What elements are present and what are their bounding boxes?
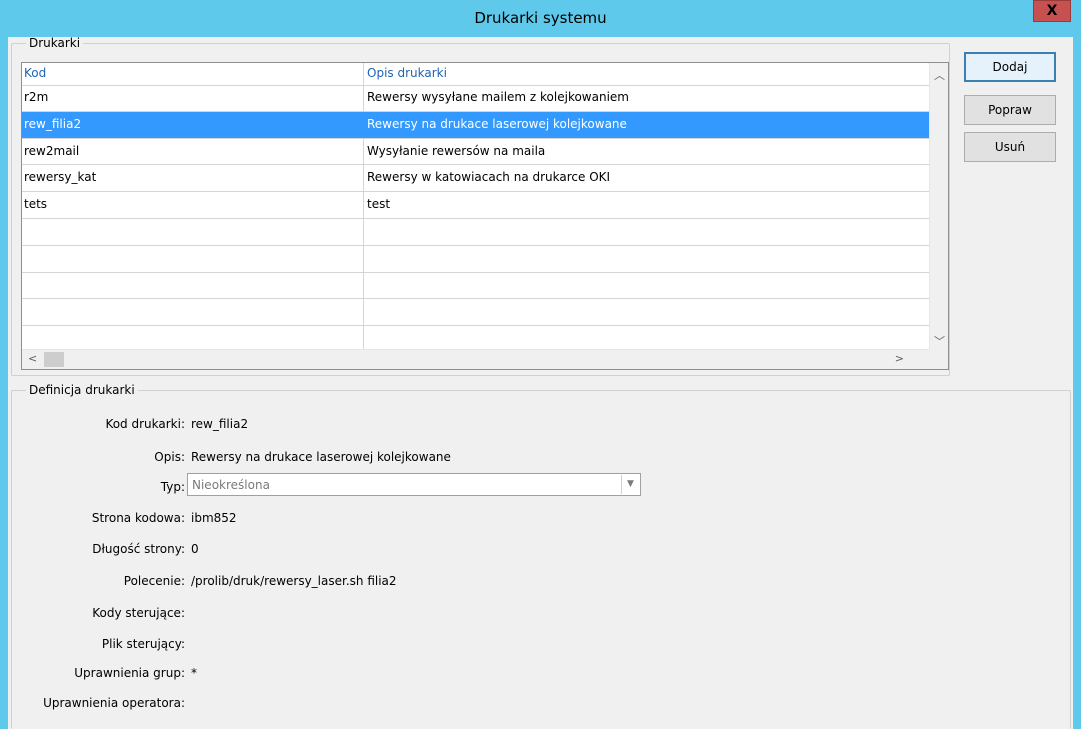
scroll-left-icon[interactable]: <	[28, 352, 37, 365]
cell-kod: rew2mail	[24, 143, 80, 158]
window-frame-left	[0, 37, 8, 729]
vertical-scrollbar[interactable]: ︿ ﹀	[929, 63, 948, 351]
cell-opis: Rewersy w katowiacach na drukarce OKI	[367, 170, 611, 185]
codepage-value: ibm852	[191, 511, 237, 525]
operperm-label: Uprawnienia operatora:	[43, 696, 185, 710]
cell-kod: rew_filia2	[24, 116, 82, 131]
empty-row[interactable]	[22, 273, 930, 300]
column-header-kod[interactable]: Kod	[24, 66, 46, 80]
column-header-opis[interactable]: Opis drukarki	[367, 66, 447, 80]
kod-value: rew_filia2	[191, 417, 249, 431]
empty-row[interactable]	[22, 246, 930, 273]
kod-label: Kod drukarki:	[105, 417, 185, 431]
scroll-right-icon[interactable]: >	[895, 352, 904, 365]
window-frame-right	[1073, 37, 1081, 729]
title-bar: Drukarki systemu X	[0, 0, 1081, 37]
cell-kod: r2m	[24, 90, 49, 104]
typ-select-value: Nieokreślona	[192, 478, 270, 492]
scroll-up-icon[interactable]: ︿	[934, 67, 945, 83]
codepage-label: Strona kodowa:	[91, 511, 185, 525]
grid-header: Kod Opis drukarki	[22, 63, 930, 86]
remove-button[interactable]: Usuń	[964, 132, 1056, 162]
edit-button[interactable]: Popraw	[964, 95, 1056, 125]
horizontal-scrollbar[interactable]: < >	[22, 349, 930, 369]
table-row[interactable]: r2m Rewersy wysyłane mailem z kolejkowani…	[22, 85, 930, 112]
typ-select[interactable]: Nieokreślona ▼	[187, 473, 641, 496]
cell-kod: tets	[24, 197, 48, 212]
table-row[interactable]: tets test	[22, 192, 930, 219]
cell-opis: Rewersy na drukace laserowej kolejkowane	[367, 116, 627, 131]
chevron-down-icon[interactable]: ▼	[621, 475, 639, 494]
horizontal-scroll-thumb[interactable]	[44, 352, 64, 367]
grid-rows: r2m Rewersy wysyłane mailem z kolejkowani…	[22, 85, 930, 353]
typ-label: Typ:	[160, 480, 185, 494]
definition-group-legend: Definicja drukarki	[29, 383, 135, 397]
empty-row[interactable]	[22, 219, 930, 246]
command-label: Polecenie:	[123, 574, 185, 588]
window-title: Drukarki systemu	[474, 9, 607, 27]
table-row-selected[interactable]: rew_filia2 Rewersy na drukace laserowej k…	[22, 111, 930, 139]
cell-opis: test	[367, 197, 391, 212]
command-value: /prolib/druk/rewersy_laser.sh filia2	[191, 574, 397, 588]
pagelen-value: 0	[191, 542, 199, 556]
table-row[interactable]: rew2mail Wysyłanie rewersów na maila	[22, 139, 930, 166]
ctrlfile-label: Plik sterujący:	[101, 637, 185, 651]
groupperm-label: Uprawnienia grup:	[74, 666, 185, 680]
ctrlcodes-label: Kody sterujące:	[92, 606, 185, 620]
cell-opis: Rewersy wysyłane mailem z kolejkowaniem	[367, 90, 629, 104]
opis-value: Rewersy na drukace laserowej kolejkowane	[191, 450, 451, 464]
table-row[interactable]: rewersy_kat Rewersy w katowiacach na druk…	[22, 165, 930, 193]
empty-row[interactable]	[22, 299, 930, 327]
scroll-corner	[929, 349, 948, 369]
opis-label: Opis:	[154, 450, 185, 464]
add-button[interactable]: Dodaj	[964, 52, 1056, 82]
printers-grid[interactable]: Kod Opis drukarki r2m Rewersy wysyłane ma…	[21, 62, 949, 370]
scroll-down-icon[interactable]: ﹀	[934, 333, 945, 349]
pagelen-label: Długość strony:	[92, 542, 185, 556]
printers-group-legend: Drukarki	[29, 36, 81, 50]
cell-kod: rewersy_kat	[24, 170, 97, 185]
close-button[interactable]: X	[1033, 0, 1071, 22]
groupperm-value: *	[191, 666, 197, 680]
cell-opis: Wysyłanie rewersów na maila	[367, 143, 546, 158]
